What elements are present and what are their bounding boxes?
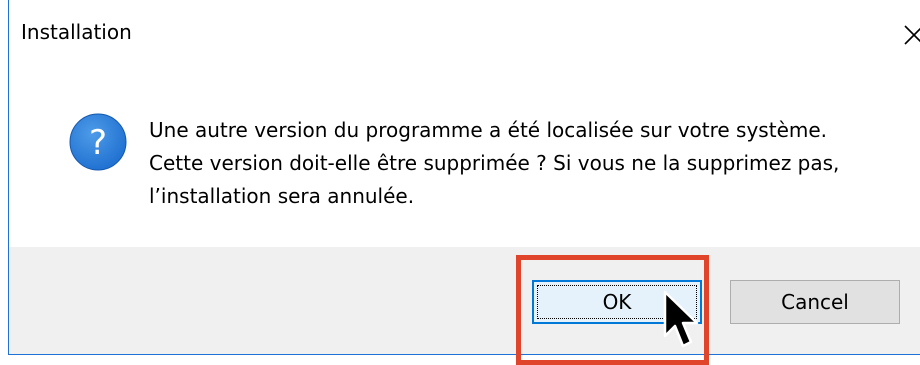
window-title: Installation bbox=[21, 20, 132, 44]
cancel-button-label: Cancel bbox=[781, 290, 849, 314]
message-line: Une autre version du programme a été loc… bbox=[149, 118, 828, 142]
dialog-message: Une autre version du programme a été loc… bbox=[149, 114, 909, 213]
message-line: Cette version doit-elle être supprimée ?… bbox=[149, 151, 840, 175]
installation-dialog: Installation ? Une autre version du prog… bbox=[8, 0, 920, 355]
close-icon bbox=[904, 25, 920, 45]
question-icon: ? bbox=[68, 112, 128, 172]
question-glyph: ? bbox=[89, 123, 107, 163]
title-bar: Installation bbox=[9, 0, 920, 64]
cancel-button[interactable]: Cancel bbox=[730, 280, 900, 324]
close-button[interactable] bbox=[895, 14, 920, 54]
dialog-content: ? Une autre version du programme a été l… bbox=[9, 64, 920, 247]
button-bar: OK Cancel bbox=[9, 247, 920, 354]
mouse-pointer-icon bbox=[662, 290, 702, 352]
message-line: l’installation sera annulée. bbox=[149, 184, 415, 208]
